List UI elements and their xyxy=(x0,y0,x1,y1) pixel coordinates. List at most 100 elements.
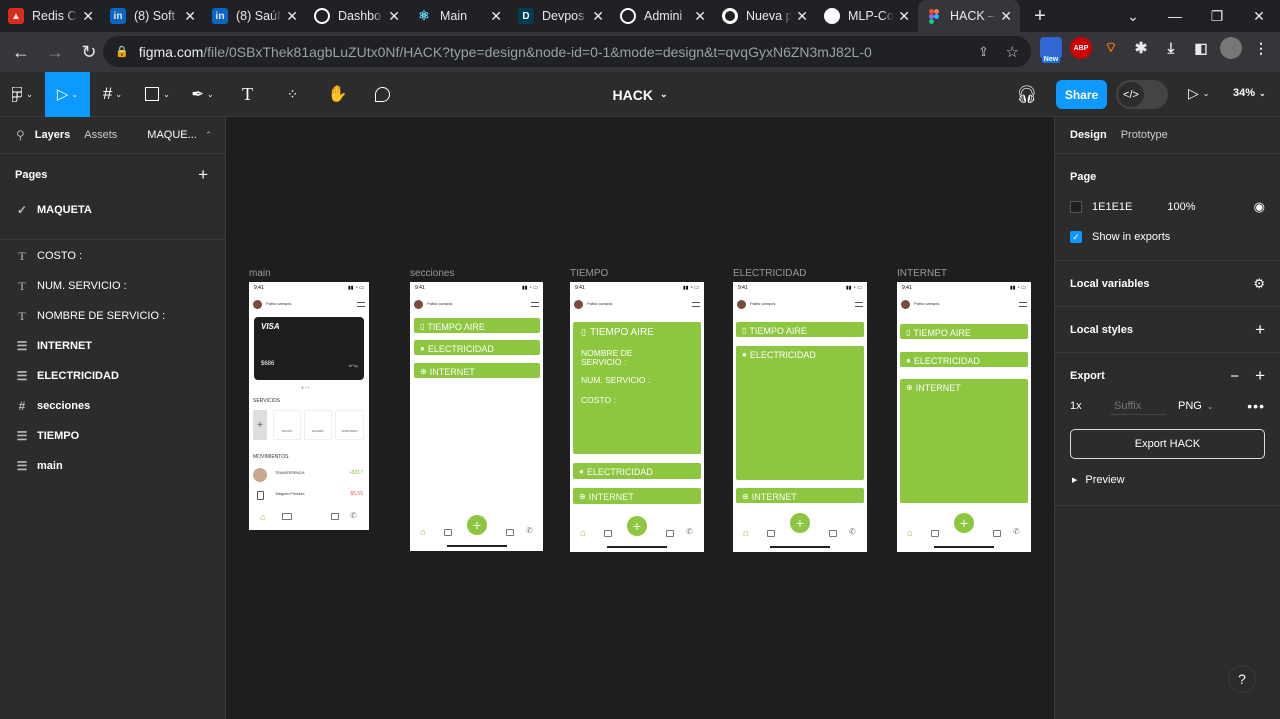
layer-item-main[interactable]: ☰ main xyxy=(0,451,225,481)
hand-tool-button[interactable]: ✋ xyxy=(315,72,360,117)
browser-tab[interactable]: ▲ Redis C ✕ xyxy=(0,0,102,32)
layer-item-nombre-servicio[interactable]: T NOMBRE DE SERVICIO : xyxy=(0,301,225,331)
remove-export-icon[interactable]: − xyxy=(1230,368,1239,385)
bg-hex-value[interactable]: 1E1E1E xyxy=(1092,201,1132,213)
window-close-icon[interactable]: ✕ xyxy=(1238,0,1280,32)
frame-label-main[interactable]: main xyxy=(249,268,271,279)
browser-tab[interactable]: ⚛ Main ✕ xyxy=(408,0,510,32)
browser-tab[interactable]: in (8) Soft ✕ xyxy=(102,0,204,32)
add-fab-button[interactable]: + xyxy=(790,513,810,533)
section-bar-tiempo-aire[interactable]: ▯ TIEMPO AIRE xyxy=(414,318,540,333)
close-icon[interactable]: ✕ xyxy=(592,8,604,25)
tab-layers[interactable]: Layers xyxy=(35,129,70,141)
page-select[interactable]: MAQUE... ⌃ xyxy=(147,129,212,141)
show-in-exports-row[interactable]: ✓ Show in exports xyxy=(1070,222,1265,252)
browser-tab-active[interactable]: HACK – ✕ xyxy=(918,0,1020,32)
new-extension-icon[interactable]: New xyxy=(1040,37,1062,63)
hamburger-icon[interactable] xyxy=(692,302,700,307)
page-background-row[interactable]: 1E1E1E 100% ◉ xyxy=(1070,192,1265,222)
wallet-icon[interactable] xyxy=(767,530,775,537)
section-bar-internet[interactable]: ⊕ INTERNET xyxy=(573,488,701,504)
section-bar-electricidad[interactable]: ● ELECTRICIDAD xyxy=(573,463,701,479)
section-bar-tiempo-aire[interactable]: ▯ TIEMPO AIRE xyxy=(900,324,1028,339)
close-icon[interactable]: ✕ xyxy=(1000,8,1012,25)
tab-design[interactable]: Design xyxy=(1070,129,1107,141)
home-icon[interactable]: ⌂ xyxy=(580,528,586,539)
preview-toggle[interactable]: ▶ Preview xyxy=(1070,465,1265,495)
frame-tool-button[interactable]: # ⌄ xyxy=(90,72,135,117)
browser-tab[interactable]: in (8) SaúI ✕ xyxy=(204,0,306,32)
close-icon[interactable]: ✕ xyxy=(796,8,808,25)
phone-icon[interactable]: ✆ xyxy=(350,511,357,520)
add-export-icon[interactable]: + xyxy=(1255,366,1265,385)
layer-item-costo[interactable]: T COSTO : xyxy=(0,241,225,271)
home-icon[interactable]: ⌂ xyxy=(420,527,426,538)
export-format-select[interactable]: PNG ⌄ xyxy=(1178,400,1214,412)
phone-icon[interactable]: ✆ xyxy=(526,526,533,535)
tab-prototype[interactable]: Prototype xyxy=(1121,129,1168,141)
section-panel-internet[interactable]: ⊕ INTERNET xyxy=(900,379,1028,503)
browser-tab[interactable]: Admini ✕ xyxy=(612,0,714,32)
service-enviar[interactable]: ENVIAR xyxy=(304,410,332,440)
dev-mode-toggle[interactable]: </> xyxy=(1116,80,1168,109)
hamburger-icon[interactable] xyxy=(1019,302,1027,307)
phone-icon[interactable]: ✆ xyxy=(1013,527,1020,536)
forward-icon[interactable]: → xyxy=(40,37,70,67)
puzzle-icon[interactable]: ✱ xyxy=(1130,37,1152,59)
bookmark-star-icon[interactable]: ☆ xyxy=(1006,43,1019,61)
layer-item-internet[interactable]: ☰ INTERNET xyxy=(0,331,225,361)
restore-icon[interactable]: ❐ xyxy=(1196,0,1238,32)
history-icon[interactable] xyxy=(993,530,1001,537)
wallet-icon[interactable] xyxy=(444,529,452,536)
service-apartado[interactable]: APARTADO xyxy=(335,410,364,440)
phone-icon[interactable]: ✆ xyxy=(686,527,693,536)
hamburger-icon[interactable] xyxy=(531,302,539,307)
layer-item-secciones[interactable]: # secciones xyxy=(0,391,225,421)
wallet-icon[interactable] xyxy=(931,530,939,537)
home-icon[interactable]: ⌂ xyxy=(260,512,265,522)
browser-tab[interactable]: Nueva p ✕ xyxy=(714,0,816,32)
shape-tool-button[interactable]: ⌄ xyxy=(135,72,180,117)
home-icon[interactable]: ⌂ xyxy=(907,528,913,539)
list-item[interactable]: TRANSFERENCIA +$317 xyxy=(253,468,365,482)
history-icon[interactable] xyxy=(331,513,339,520)
hamburger-icon[interactable] xyxy=(357,302,365,307)
section-bar-tiempo-aire[interactable]: ▯ TIEMPO AIRE xyxy=(736,322,864,337)
close-icon[interactable]: ✕ xyxy=(490,8,502,25)
tab-search-icon[interactable]: ⌄ xyxy=(1112,0,1154,32)
bank-card[interactable]: VISA $686 ●Pay xyxy=(254,317,364,380)
checkbox-checked-icon[interactable]: ✓ xyxy=(1070,231,1082,243)
add-style-icon[interactable]: + xyxy=(1255,320,1265,340)
adblock-icon[interactable]: ABP xyxy=(1070,37,1092,59)
sidepanel-icon[interactable]: ◧ xyxy=(1190,37,1212,59)
resources-button[interactable]: ⁘ xyxy=(270,72,315,117)
share-page-icon[interactable]: ⇪ xyxy=(978,44,989,60)
section-panel-electricidad[interactable]: ● ELECTRICIDAD xyxy=(736,346,864,480)
close-icon[interactable]: ✕ xyxy=(694,8,706,25)
export-button[interactable]: Export HACK xyxy=(1070,429,1265,459)
add-fab-button[interactable]: + xyxy=(467,515,487,535)
layer-item-tiempo[interactable]: ☰ TIEMPO xyxy=(0,421,225,451)
browser-tab[interactable]: D Devpos ✕ xyxy=(510,0,612,32)
text-tool-button[interactable]: T xyxy=(225,72,270,117)
frame-label-secciones[interactable]: secciones xyxy=(410,268,454,279)
page-item-maqueta[interactable]: ✓ MAQUETA xyxy=(0,195,225,225)
pen-tool-button[interactable]: ✒ ⌄ xyxy=(180,72,225,117)
history-icon[interactable] xyxy=(666,530,674,537)
reload-icon[interactable]: ↻ xyxy=(74,37,104,67)
present-play-icon[interactable]: ▷ ⌄ xyxy=(1188,85,1209,102)
service-pagos[interactable]: PAGOS xyxy=(273,410,301,440)
bg-opacity-value[interactable]: 100% xyxy=(1167,201,1195,213)
section-bar-electricidad[interactable]: ● ELECTRICIDAD xyxy=(900,352,1028,367)
frame-electricidad[interactable]: 9:41 ▮▮ ◔ ▭ Pablo campos ▯ TIEMPO AIRE ● E… xyxy=(733,282,867,552)
frame-label-electricidad[interactable]: ELECTRICIDAD xyxy=(733,268,806,279)
variables-settings-icon[interactable]: ⚙︎ xyxy=(1253,276,1265,292)
avatar[interactable] xyxy=(1220,37,1242,59)
history-icon[interactable] xyxy=(506,529,514,536)
add-fab-button[interactable]: + xyxy=(954,513,974,533)
move-tool-button[interactable]: ▷ ⌄ xyxy=(45,71,90,117)
main-menu-button[interactable]: ⌄ xyxy=(0,72,45,117)
phone-icon[interactable]: ✆ xyxy=(849,527,856,536)
frame-main[interactable]: 9:41 ▮▮ ◔ ▭ Pablo campos VISA $686 ●Pay … xyxy=(249,282,369,530)
wallet-icon[interactable] xyxy=(604,530,612,537)
